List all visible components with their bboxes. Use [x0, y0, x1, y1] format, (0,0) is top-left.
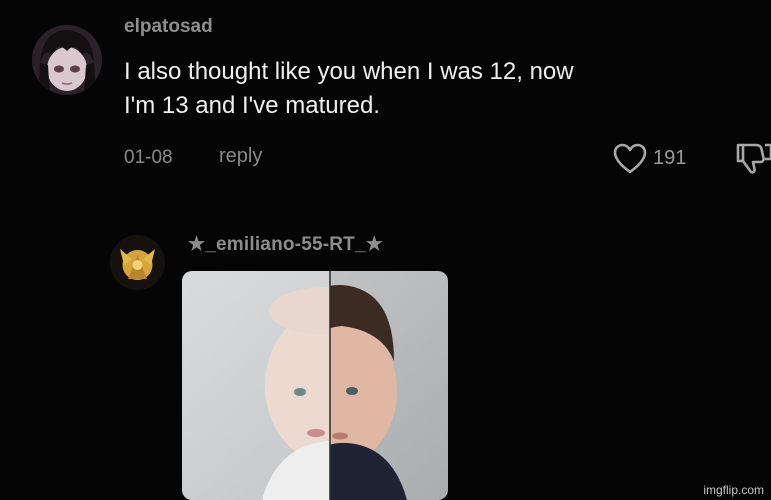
baby-split-photo[interactable]: [182, 271, 448, 500]
comment-username[interactable]: elpatosad: [124, 16, 213, 38]
watermark: imgflip.com: [703, 483, 764, 497]
comment: elpatosad I also thought like you when I…: [0, 0, 771, 215]
reply-comment: ★_emiliano-55-RT_★: [0, 215, 771, 500]
like-count: 191: [653, 147, 687, 169]
thumbs-down-icon[interactable]: [734, 141, 771, 175]
heart-outline-icon[interactable]: [613, 143, 647, 175]
reply-button[interactable]: reply: [219, 145, 262, 168]
gold-emblem-avatar-icon[interactable]: [110, 235, 165, 290]
anime-avatar-icon[interactable]: [32, 25, 102, 95]
comment-text-line-2: I'm 13 and I've matured.: [124, 92, 380, 119]
comment-text: I also thought like you when I was 12, n…: [124, 55, 704, 123]
comment-text-line-1: I also thought like you when I was 12, n…: [124, 58, 574, 85]
comment-date: 01-08: [124, 147, 173, 168]
reply-username[interactable]: ★_emiliano-55-RT_★: [188, 233, 383, 256]
